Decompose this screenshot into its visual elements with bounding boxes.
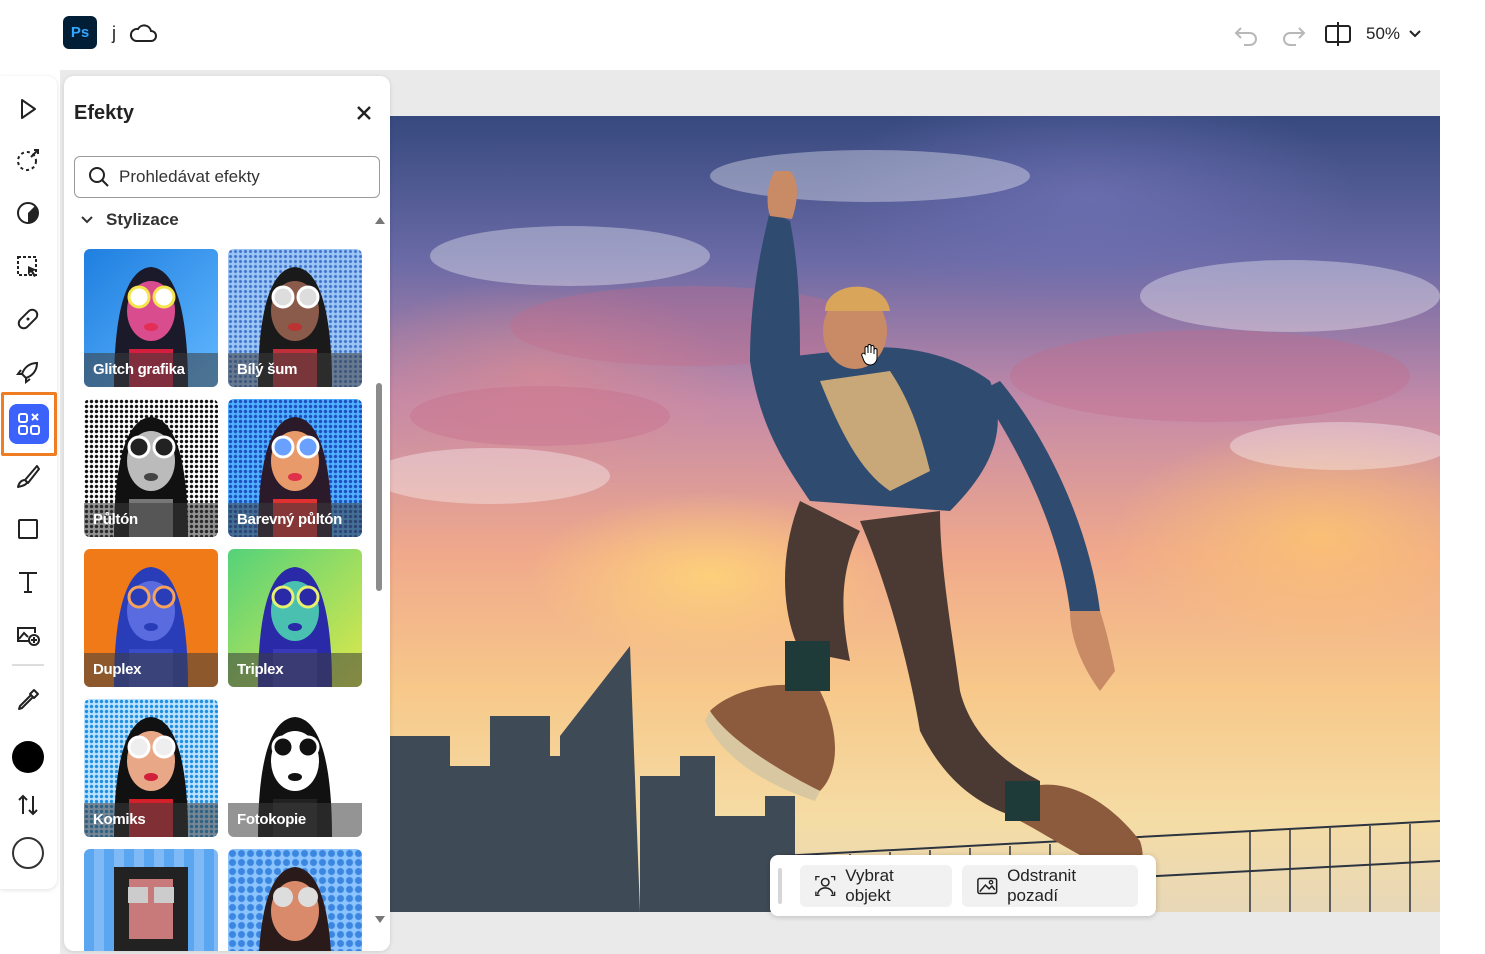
effect-halftone[interactable]: Půltón	[84, 399, 218, 537]
adjust-icon	[17, 202, 39, 224]
hand-cursor-icon	[861, 344, 878, 366]
effects-panel: Efekty Stylizace Glitch grafika	[64, 76, 390, 951]
background-color-swatch[interactable]	[12, 837, 44, 869]
effect-label: Barevný půltón	[228, 503, 362, 537]
photoshop-logo[interactable]: Ps	[63, 16, 97, 49]
scroll-down-arrow-icon[interactable]	[374, 915, 386, 925]
compare-view-icon[interactable]	[1322, 18, 1354, 50]
move-arrow-icon	[21, 99, 36, 119]
add-image-icon	[17, 627, 40, 646]
effect-label: Půltón	[84, 503, 218, 537]
effect-label: Glitch grafika	[84, 353, 218, 387]
swap-colors-button[interactable]	[8, 785, 48, 825]
jumping-person	[705, 171, 1143, 875]
search-icon	[89, 167, 109, 187]
remove-background-icon	[976, 877, 997, 894]
eyedropper-icon	[18, 689, 39, 710]
effect-label: Komiks	[84, 803, 218, 837]
swap-arrows-icon	[18, 794, 38, 816]
rectangle-icon	[18, 519, 38, 539]
selection-icon	[17, 256, 37, 277]
effect-comic[interactable]: Komiks	[84, 699, 218, 837]
effects-search-field[interactable]	[74, 156, 380, 198]
select-subject-icon	[814, 875, 836, 896]
effect-label: Fotokopie	[228, 803, 362, 837]
section-header-stylizace[interactable]: Stylizace	[80, 210, 179, 230]
redo-icon[interactable]	[1278, 18, 1308, 50]
top-bar: Ps j 50%	[0, 0, 1485, 70]
effect-label: Bílý šum	[228, 353, 362, 387]
contextual-task-bar: Vybrat objekt Odstranit pozadí	[770, 855, 1156, 916]
chevron-down-icon	[1409, 30, 1421, 38]
text-icon	[19, 572, 37, 593]
selection-tool[interactable]	[8, 247, 48, 287]
brush-tool[interactable]	[8, 456, 48, 496]
undo-icon[interactable]	[1232, 18, 1262, 50]
effect-color-halftone[interactable]: Barevný půltón	[228, 399, 362, 537]
close-icon[interactable]	[352, 101, 376, 125]
effects-icon	[18, 413, 40, 435]
heal-tool[interactable]	[8, 299, 48, 339]
rocket-icon	[16, 361, 39, 384]
drag-handle[interactable]	[778, 867, 782, 904]
effect-crystallize[interactable]	[228, 849, 362, 951]
panel-title: Efekty	[74, 102, 135, 124]
canvas-image[interactable]	[390, 116, 1440, 912]
text-tool[interactable]	[8, 562, 48, 602]
scroll-up-arrow-icon[interactable]	[374, 215, 386, 225]
remove-background-label: Odstranit pozadí	[1007, 865, 1077, 905]
effects-tool[interactable]	[1, 392, 57, 456]
tools-toolbar	[0, 76, 57, 889]
quick-select-tool[interactable]	[8, 140, 48, 180]
zoom-dropdown[interactable]: 50%	[1366, 20, 1422, 48]
panel-scrollbar-thumb[interactable]	[376, 383, 382, 591]
bandage-icon	[17, 308, 39, 330]
effect-preview-image	[259, 867, 331, 951]
effect-glitch-graphics[interactable]: Glitch grafika	[84, 249, 218, 387]
effect-white-noise[interactable]: Bílý šum	[228, 249, 362, 387]
quick-select-icon	[17, 149, 39, 171]
effect-label: Triplex	[228, 653, 362, 687]
add-image-tool[interactable]	[8, 614, 48, 654]
remove-background-button[interactable]: Odstranit pozadí	[961, 864, 1138, 907]
move-tool[interactable]	[8, 89, 48, 129]
brush-icon	[17, 465, 40, 488]
foreground-color-swatch[interactable]	[12, 741, 44, 773]
effect-preview-image	[114, 867, 188, 951]
chevron-down-icon	[81, 216, 93, 224]
effects-search-input[interactable]	[119, 167, 369, 187]
effect-triplex[interactable]: Triplex	[228, 549, 362, 687]
effect-photocopy[interactable]: Fotokopie	[228, 699, 362, 837]
effect-label: Duplex	[84, 653, 218, 687]
select-subject-label: Vybrat objekt	[845, 865, 894, 905]
toolbar-divider	[12, 664, 44, 666]
shape-tool[interactable]	[8, 509, 48, 549]
adjust-tool[interactable]	[8, 193, 48, 233]
quick-actions-tool[interactable]	[8, 352, 48, 392]
effect-pixelate[interactable]	[84, 849, 218, 951]
effect-duplex[interactable]: Duplex	[84, 549, 218, 687]
cloud-icon[interactable]	[128, 20, 158, 46]
select-subject-button[interactable]: Vybrat objekt	[799, 864, 952, 907]
document-name[interactable]: j	[112, 23, 116, 44]
eyedropper-tool[interactable]	[8, 680, 48, 720]
section-title: Stylizace	[106, 210, 179, 229]
zoom-value: 50%	[1366, 24, 1401, 43]
